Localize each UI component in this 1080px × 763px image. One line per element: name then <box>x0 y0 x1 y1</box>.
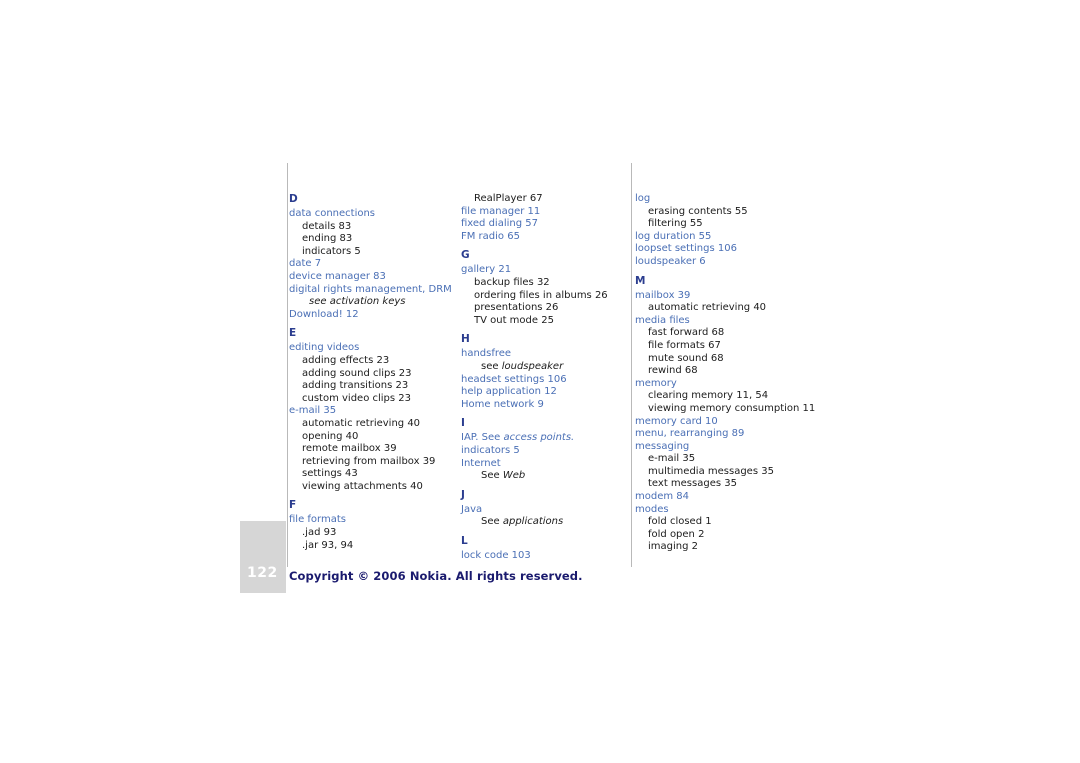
index-subentry: adding effects 23 <box>302 354 390 366</box>
index-subentry: details 83 <box>302 220 352 232</box>
index-subentry: settings 43 <box>302 468 358 480</box>
page-number-box <box>240 521 286 593</box>
index-entry: menu, rearranging 89 <box>635 428 745 440</box>
index-subentry: adding sound clips 23 <box>302 367 412 379</box>
index-subentry: presentations 26 <box>474 302 559 314</box>
index-see-target: Web <box>502 470 526 482</box>
index-subentry: text messages 35 <box>648 478 737 490</box>
index-subentry: RealPlayer 67 <box>474 193 543 204</box>
index-subentry: automatic retrieving 40 <box>302 417 421 429</box>
index-subentry: automatic retrieving 40 <box>648 302 767 314</box>
index-subentry: backup files 32 <box>474 276 550 288</box>
index-entry: fixed dialing 57 <box>461 218 538 230</box>
index-entry: date 7 <box>289 258 322 270</box>
index-subentry: .jad 93 <box>302 527 337 539</box>
index-subentry: indicators 5 <box>302 245 361 257</box>
index-entry: device manager 83 <box>289 270 386 282</box>
index-see-target: loudspeaker <box>501 360 564 372</box>
index-column-1: Ddata connections details 83 ending 83 indi… <box>289 193 464 552</box>
index-subentry: e-mail 35 <box>648 453 696 465</box>
index-subentry: remote mailbox 39 <box>302 443 397 455</box>
index-subentry: ending 83 <box>302 233 353 245</box>
index-subentry: rewind 68 <box>648 365 698 377</box>
index-entry: Internet <box>461 457 501 469</box>
index-subentry: adding transitions 23 <box>302 380 409 392</box>
index-entry: FM radio 65 <box>461 230 520 242</box>
index-subentry: retrieving from mailbox 39 <box>302 455 436 467</box>
index-entry: editing videos <box>289 342 360 354</box>
index-see-label: See <box>481 470 503 482</box>
index-entry: memory <box>635 377 677 389</box>
index-subentry: fold open 2 <box>648 528 705 540</box>
index-entry: lock code 103 <box>461 549 531 561</box>
index-entry: handsfree <box>461 348 512 360</box>
index-see-label: see <box>481 360 502 372</box>
index-subentry: ordering files in albums 26 <box>474 289 608 301</box>
index-entry: file formats <box>289 514 346 526</box>
index-letter-heading: M <box>635 274 646 287</box>
index-subentry-cross-reference: See Web <box>461 470 636 483</box>
index-entry-reference-target: access points. <box>503 432 575 444</box>
index-page: 122 Copyright © 2006 Nokia. All rights r… <box>0 0 1080 763</box>
index-subentry: clearing memory 11, 54 <box>648 390 769 402</box>
index-entry: help application 12 <box>461 386 557 398</box>
index-entry: loopset settings 106 <box>635 243 737 255</box>
index-entry-cross-reference: IAP. See access points. <box>461 432 636 445</box>
index-subentry: file formats 67 <box>648 339 721 351</box>
index-column-2: RealPlayer 67 file manager 11 fixed dialin… <box>461 193 636 562</box>
index-entry: indicators 5 <box>461 444 520 456</box>
index-subentry: fold closed 1 <box>648 516 712 528</box>
index-subentry: multimedia messages 35 <box>648 465 774 477</box>
index-letter-heading: D <box>289 193 298 205</box>
index-entry: memory card 10 <box>635 415 718 427</box>
index-entry: digital rights management, DRM <box>289 283 452 295</box>
index-entry: Download! 12 <box>289 308 359 320</box>
index-entry: log duration 55 <box>635 230 712 242</box>
index-subentry-cross-reference: see loudspeaker <box>461 361 636 374</box>
index-subentry: fast forward 68 <box>648 327 725 339</box>
index-see-label: See <box>481 516 503 528</box>
index-subentry-cross-reference: see activation keys <box>309 296 406 308</box>
index-column-3: log erasing contents 55 filtering 55 log du… <box>635 193 816 554</box>
index-subentry-cross-reference: See applications <box>461 516 636 529</box>
index-entry: data connections <box>289 208 376 219</box>
index-subentry: custom video clips 23 <box>302 392 412 404</box>
index-entry-label: IAP. See <box>461 432 504 444</box>
index-letter-heading: E <box>289 327 297 340</box>
index-subentry: filtering 55 <box>648 218 703 230</box>
index-subentry: .jar 93, 94 <box>302 539 354 551</box>
index-subentry: viewing attachments 40 <box>302 480 423 492</box>
index-entry: modem 84 <box>635 491 690 503</box>
index-entry: headset settings 106 <box>461 373 567 385</box>
index-subentry: viewing memory consumption 11 <box>648 402 816 414</box>
index-entry: e-mail 35 <box>289 405 337 417</box>
page-number: 122 <box>247 565 278 581</box>
index-letter-heading: I <box>461 417 465 430</box>
index-subentry: opening 40 <box>302 430 359 442</box>
copyright-line: Copyright © 2006 Nokia. All rights reser… <box>289 569 583 583</box>
index-letter-heading: H <box>461 333 470 346</box>
index-entry: media files <box>635 314 690 326</box>
index-entry: file manager 11 <box>461 205 541 217</box>
index-subentry: mute sound 68 <box>648 352 724 364</box>
index-entry: Java <box>461 503 483 515</box>
index-entry: mailbox 39 <box>635 289 691 301</box>
index-letter-heading: G <box>461 249 470 262</box>
index-see-target: applications <box>502 516 564 528</box>
index-letter-heading: J <box>461 488 465 501</box>
index-subentry: imaging 2 <box>648 541 698 553</box>
index-entry: loudspeaker 6 <box>635 255 706 267</box>
index-letter-heading: L <box>461 534 468 547</box>
index-entry: messaging <box>635 440 690 452</box>
index-subentry: erasing contents 55 <box>648 205 748 217</box>
index-entry: Home network 9 <box>461 398 544 410</box>
index-letter-heading: F <box>289 499 297 512</box>
index-entry: modes <box>635 503 669 515</box>
index-entry: log <box>635 193 651 204</box>
left-vertical-rule <box>287 163 288 567</box>
index-entry: gallery 21 <box>461 264 512 276</box>
index-subentry: TV out mode 25 <box>474 314 554 326</box>
